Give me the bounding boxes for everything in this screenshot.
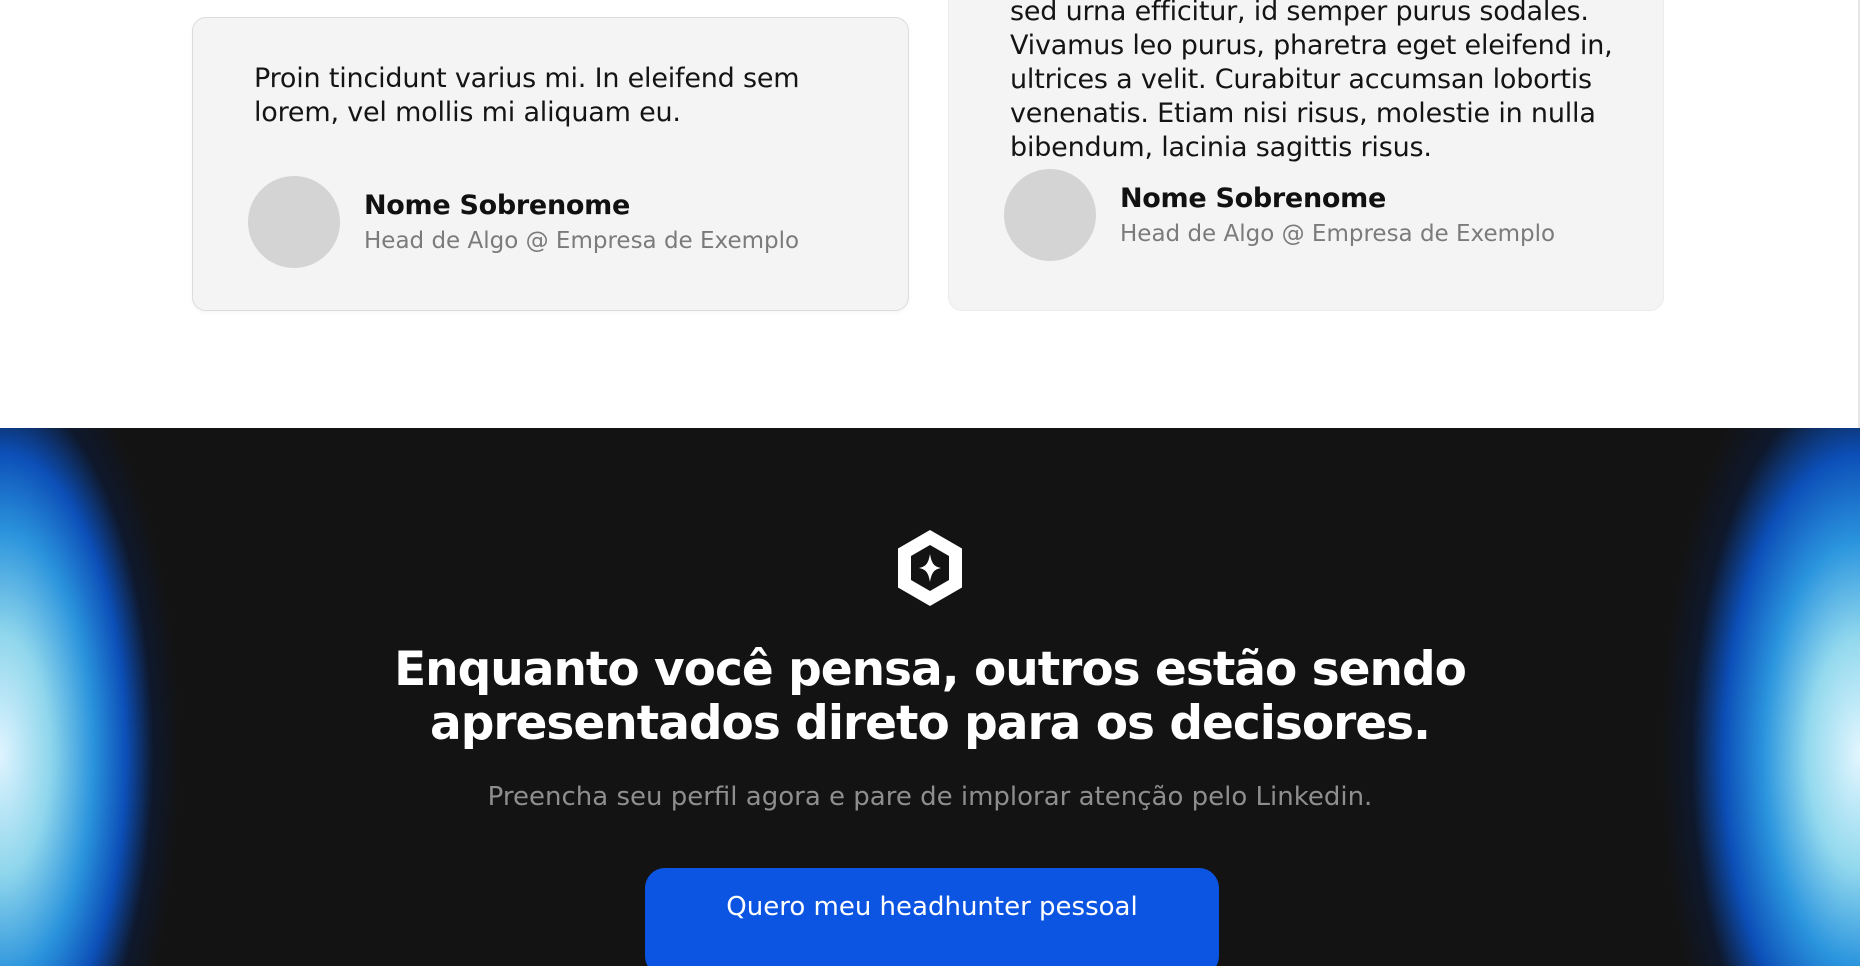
cta-title: Enquanto você pensa, outros estão sendo … (394, 642, 1467, 751)
testimonials-section: Proin tincidunt varius mi. In eleifend s… (0, 0, 1860, 428)
page: Proin tincidunt varius mi. In eleifend s… (0, 0, 1860, 966)
testimonial-author-role: Head de Algo @ Empresa de Exemplo (1120, 221, 1556, 247)
testimonial-author-name: Nome Sobrenome (364, 190, 630, 221)
testimonial-author-name: Nome Sobrenome (1120, 183, 1386, 214)
testimonial-card: sed urna efficitur, id semper purus soda… (948, 0, 1664, 311)
right-glow-decoration (1520, 428, 1860, 966)
testimonial-author-role: Head de Algo @ Empresa de Exemplo (364, 228, 800, 254)
headhunter-cta-button[interactable]: Quero meu headhunter pessoal (645, 868, 1219, 966)
cta-subtitle: Preencha seu perfil agora e pare de impl… (487, 782, 1373, 812)
avatar (248, 176, 340, 268)
testimonial-quote: Proin tincidunt varius mi. In eleifend s… (254, 63, 800, 128)
testimonial-card: Proin tincidunt varius mi. In eleifend s… (192, 17, 909, 311)
left-glow-decoration (0, 428, 340, 966)
cta-section: Enquanto você pensa, outros estão sendo … (0, 428, 1860, 966)
testimonial-quote: sed urna efficitur, id semper purus soda… (1010, 0, 1613, 163)
hexagon-star-icon (898, 530, 962, 606)
avatar (1004, 169, 1096, 261)
